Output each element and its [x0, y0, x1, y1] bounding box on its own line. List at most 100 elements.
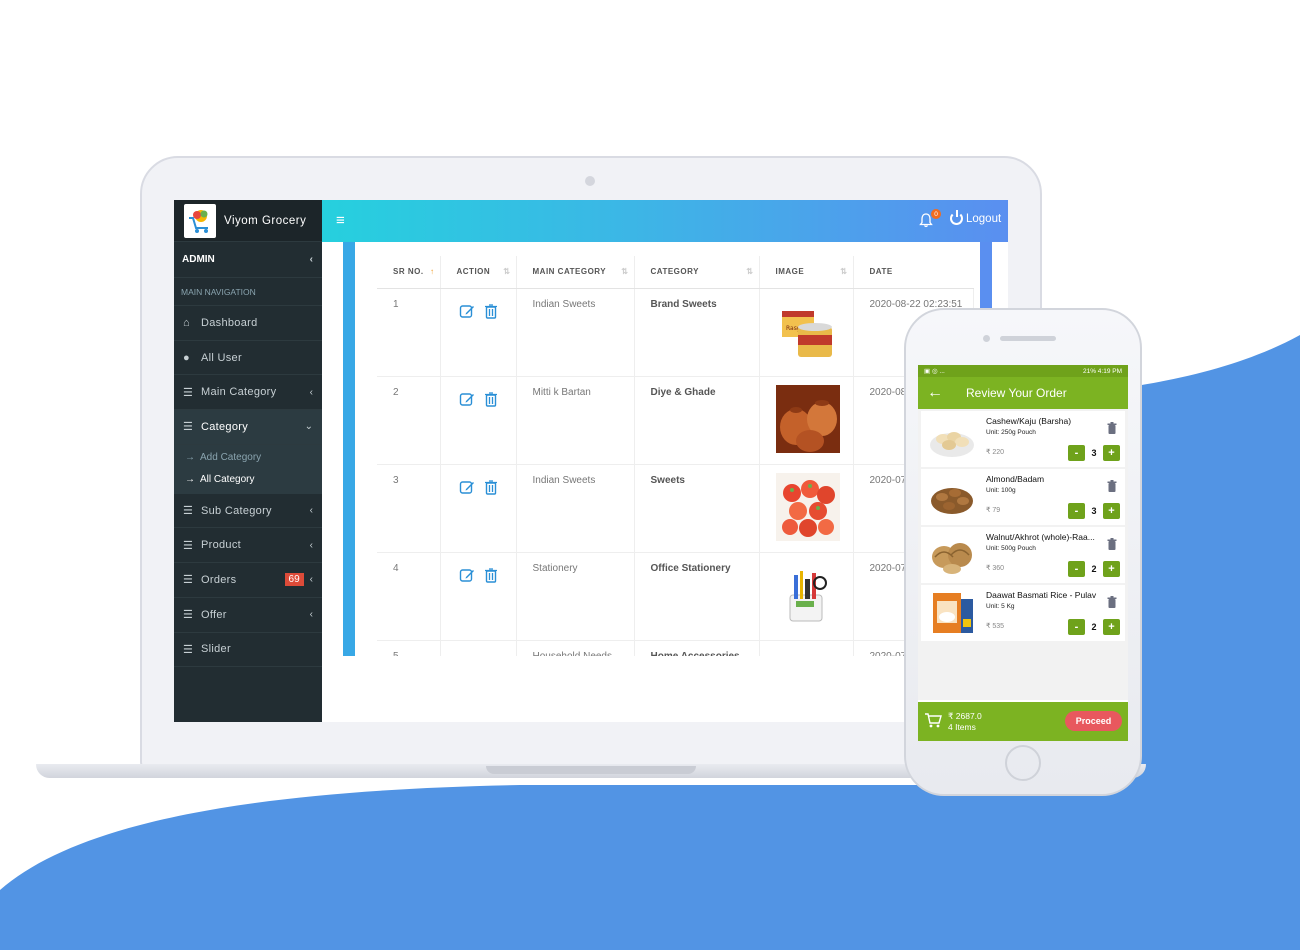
- item-unit: Unit: 250g Pouch: [986, 429, 1036, 436]
- phone-camera: [983, 335, 990, 342]
- cell-category: Diye & Ghade: [634, 376, 760, 465]
- table-row: 3 Indian Sweets Sweets 2020-07: [377, 464, 974, 553]
- arrow-right-icon: →: [185, 452, 195, 464]
- trash-icon[interactable]: [1107, 479, 1117, 497]
- back-arrow-icon[interactable]: ←: [918, 384, 952, 402]
- grocery-cart-logo-icon: [184, 203, 216, 238]
- subnav-label: All Category: [200, 474, 255, 486]
- sidebar-item-offer[interactable]: ☰ Offer ‹: [174, 598, 322, 633]
- sidebar-item-dashboard[interactable]: ⌂ Dashboard: [174, 306, 322, 341]
- list-item: Almond/Badam Unit: 100g ₹ 79 - 3 +: [921, 469, 1125, 525]
- app-bar: ← Review Your Order: [918, 377, 1128, 409]
- subnav-all-category[interactable]: → All Category: [174, 469, 322, 491]
- chevron-left-icon: ‹: [309, 609, 313, 621]
- menu-toggle-icon[interactable]: ≡: [336, 212, 345, 229]
- increase-button[interactable]: +: [1103, 503, 1120, 519]
- column-header-action[interactable]: ACTION ⇅: [440, 256, 517, 289]
- table-header-row: SR NO. ↑ ACTION ⇅ MAIN CATEGORY ⇅ CATEGORY ⇅…: [377, 256, 973, 289]
- cell-sr-no: 3: [377, 464, 441, 553]
- sort-icon: ⇅: [503, 267, 511, 276]
- list-icon: ☰: [183, 539, 193, 552]
- sidebar-item-slider[interactable]: ☰ Slider: [174, 633, 322, 668]
- order-item-list: Cashew/Kaju (Barsha) Unit: 250g Pouch ₹ …: [918, 409, 1128, 700]
- brand-name: Viyom Grocery: [224, 214, 307, 227]
- brand[interactable]: Viyom Grocery: [174, 200, 322, 242]
- column-header-sr-no[interactable]: SR NO. ↑: [377, 256, 441, 289]
- status-icons-right: 21% 4:19 PM: [1082, 367, 1122, 375]
- column-header-main-category[interactable]: MAIN CATEGORY ⇅: [516, 256, 635, 289]
- user-icon: ●: [183, 351, 190, 364]
- top-navbar: ≡ 0 Logout: [322, 200, 1008, 242]
- sidebar-item-main-category[interactable]: ☰ Main Category ‹: [174, 375, 322, 411]
- cell-sr-no: 1: [377, 288, 441, 377]
- decrease-button[interactable]: -: [1068, 445, 1085, 461]
- cell-image: [759, 376, 854, 465]
- increase-button[interactable]: +: [1103, 619, 1120, 635]
- cell-image: [759, 464, 854, 553]
- sidebar-item-category[interactable]: ☰ Category ⌄: [174, 410, 322, 445]
- logout-button[interactable]: Logout: [950, 210, 1001, 225]
- cell-image: [759, 552, 854, 641]
- edit-icon[interactable]: [457, 389, 477, 409]
- cashew-image: [930, 432, 974, 457]
- trash-icon[interactable]: [1107, 537, 1117, 555]
- arrow-right-icon: →: [185, 474, 195, 486]
- decrease-button[interactable]: -: [1068, 503, 1085, 519]
- sidebar-item-all-user[interactable]: ● All User: [174, 341, 322, 376]
- trash-icon[interactable]: [1107, 595, 1117, 613]
- edit-icon[interactable]: [457, 477, 477, 497]
- item-unit: Unit: 5 Kg: [986, 603, 1015, 610]
- admin-user-panel[interactable]: ADMIN ‹: [174, 242, 322, 278]
- increase-button[interactable]: +: [1103, 445, 1120, 461]
- proceed-button[interactable]: Proceed: [1065, 711, 1122, 731]
- category-subnav: → Add Category → All Category: [174, 444, 322, 494]
- edit-icon[interactable]: [457, 565, 477, 585]
- rice-bag-image: [933, 593, 973, 633]
- chevron-left-icon: ‹: [309, 386, 313, 398]
- cell-image: Rasgulla: [759, 288, 854, 377]
- list-item: Walnut/Akhrot (whole)-Raa... Unit: 500g …: [921, 527, 1125, 583]
- decrease-button[interactable]: -: [1068, 619, 1085, 635]
- home-icon: ⌂: [183, 316, 190, 329]
- cell-action: [440, 464, 517, 553]
- list-icon: ☰: [183, 643, 193, 656]
- sidebar-item-label: Dashboard: [201, 316, 258, 329]
- chevron-left-icon: ‹: [309, 574, 313, 586]
- cell-sr-no: 2: [377, 376, 441, 465]
- chevron-down-icon: ⌄: [304, 421, 313, 433]
- subnav-add-category[interactable]: → Add Category: [174, 447, 322, 469]
- trash-icon[interactable]: [481, 301, 501, 321]
- list-icon: ☰: [183, 386, 193, 399]
- trash-icon[interactable]: [481, 389, 501, 409]
- sidebar-item-sub-category[interactable]: ☰ Sub Category ‹: [174, 494, 322, 529]
- content-border-left: [343, 242, 355, 656]
- nav-heading: MAIN NAVIGATION: [174, 278, 322, 306]
- cell-action: [440, 552, 517, 641]
- cell-category: Office Stationery: [634, 552, 760, 641]
- cell-main-category: Stationery: [516, 552, 635, 641]
- trash-icon[interactable]: [481, 477, 501, 497]
- item-name: Almond/Badam: [986, 474, 1045, 484]
- column-header-image[interactable]: IMAGE ⇅: [759, 256, 854, 289]
- cell-category: Sweets: [634, 464, 760, 553]
- column-header-category[interactable]: CATEGORY ⇅: [634, 256, 760, 289]
- item-name: Walnut/Akhrot (whole)-Raa...: [986, 532, 1095, 542]
- column-header-date[interactable]: DATE: [853, 256, 973, 289]
- decrease-button[interactable]: -: [1068, 561, 1085, 577]
- almond-image: [931, 488, 973, 514]
- laptop-camera: [585, 176, 595, 186]
- sidebar-item-product[interactable]: ☰ Product ‹: [174, 528, 322, 564]
- trash-icon[interactable]: [481, 565, 501, 585]
- sort-icon: ⇅: [746, 267, 754, 276]
- column-header-label: DATE: [869, 267, 893, 277]
- edit-icon[interactable]: [457, 301, 477, 321]
- cell-action: [440, 376, 517, 465]
- list-icon: ☰: [183, 574, 193, 587]
- trash-icon[interactable]: [1107, 421, 1117, 439]
- item-price: ₹ 220: [986, 449, 1005, 456]
- admin-screen: Viyom Grocery ADMIN ‹ MAIN NAVIGATION ⌂ …: [174, 200, 1008, 722]
- cell-action: [440, 288, 517, 377]
- quantity-stepper: - 2 +: [1068, 619, 1120, 635]
- sidebar-item-orders[interactable]: ☰ Orders 69 ‹: [174, 563, 322, 598]
- increase-button[interactable]: +: [1103, 561, 1120, 577]
